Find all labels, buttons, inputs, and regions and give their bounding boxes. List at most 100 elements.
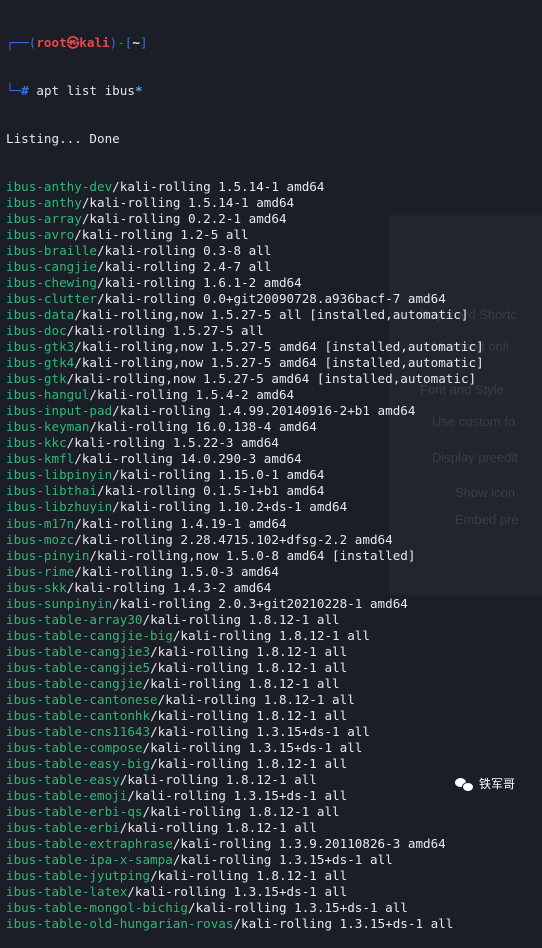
package-row: ibus-braille/kali-rolling 0.3-8 all bbox=[6, 243, 542, 259]
package-details: /kali-rolling 1.8.12-1 all bbox=[150, 659, 348, 675]
package-name: ibus-array bbox=[6, 211, 82, 227]
package-row: ibus-kmfl/kali-rolling 14.0.290-3 amd64 bbox=[6, 451, 542, 467]
package-name: ibus-table-ipa-x-sampa bbox=[6, 851, 173, 867]
package-details: /kali-rolling 0.0+git20090728.a936bacf-7… bbox=[97, 291, 446, 307]
package-details: /kali-rolling,now 1.5.27-5 amd64 [instal… bbox=[66, 371, 477, 387]
prompt-user: root bbox=[36, 35, 67, 51]
package-name: ibus-hangul bbox=[6, 387, 90, 403]
package-name: ibus-table-jyutping bbox=[6, 867, 151, 883]
package-details: /kali-rolling 1.3.15+ds-1 all bbox=[127, 787, 348, 803]
package-row: ibus-hangul/kali-rolling 1.5.4-2 amd64 bbox=[6, 387, 542, 403]
prompt-host: kali bbox=[79, 35, 110, 51]
package-name: ibus-table-mongol-bichig bbox=[6, 899, 188, 915]
package-name: ibus-chewing bbox=[6, 275, 97, 291]
package-name: ibus-skk bbox=[6, 579, 67, 595]
package-row: ibus-table-mongol-bichig/kali-rolling 1.… bbox=[6, 900, 542, 916]
prompt-path: ~ bbox=[132, 35, 140, 51]
package-name: ibus-rime bbox=[6, 563, 75, 579]
package-name: ibus-table-extraphrase bbox=[6, 835, 173, 851]
package-name: ibus-keyman bbox=[6, 419, 90, 435]
package-details: /kali-rolling,now 1.5.27-5 all [installe… bbox=[74, 307, 469, 323]
package-row: ibus-rime/kali-rolling 1.5.0-3 amd64 bbox=[6, 564, 542, 580]
package-name: ibus-data bbox=[6, 307, 75, 323]
wechat-icon bbox=[455, 776, 474, 792]
package-row: ibus-gtk4/kali-rolling,now 1.5.27-5 amd6… bbox=[6, 355, 542, 371]
package-row: ibus-cangjie/kali-rolling 2.4-7 all bbox=[6, 259, 542, 275]
package-row: ibus-table-cangjie-big/kali-rolling 1.8.… bbox=[6, 628, 542, 644]
package-details: /kali-rolling 1.4.19-1 amd64 bbox=[74, 515, 287, 531]
package-details: /kali-rolling,now 1.5.0-8 amd64 [install… bbox=[89, 547, 416, 563]
package-name: ibus-table-array30 bbox=[6, 611, 143, 627]
package-row: ibus-table-extraphrase/kali-rolling 1.3.… bbox=[6, 836, 542, 852]
package-row: ibus-input-pad/kali-rolling 1.4.99.20140… bbox=[6, 403, 542, 419]
package-row: ibus-gtk3/kali-rolling,now 1.5.27-5 amd6… bbox=[6, 339, 542, 355]
package-name: ibus-gtk3 bbox=[6, 339, 75, 355]
package-name: ibus-table-cangjie3 bbox=[6, 643, 151, 659]
package-name: ibus-libpinyin bbox=[6, 467, 113, 483]
watermark: 铁军哥 bbox=[455, 775, 515, 792]
package-name: ibus-kmfl bbox=[6, 451, 75, 467]
package-row: ibus-pinyin/kali-rolling,now 1.5.0-8 amd… bbox=[6, 548, 542, 564]
package-row: ibus-table-latex/kali-rolling 1.3.15+ds-… bbox=[6, 884, 542, 900]
package-details: /kali-rolling 1.5.27-5 all bbox=[66, 323, 264, 339]
package-details: /kali-rolling,now 1.5.27-5 amd64 [instal… bbox=[74, 339, 484, 355]
package-row: ibus-table-jyutping/kali-rolling 1.8.12-… bbox=[6, 868, 542, 884]
package-details: /kali-rolling 16.0.138-4 amd64 bbox=[89, 419, 317, 435]
package-name: ibus-table-latex bbox=[6, 883, 128, 899]
command-glob: * bbox=[134, 83, 143, 99]
package-row: ibus-libthai/kali-rolling 0.1.5-1+b1 amd… bbox=[6, 483, 542, 499]
package-details: /kali-rolling 1.8.12-1 all bbox=[119, 819, 317, 835]
package-name: ibus-m17n bbox=[6, 515, 75, 531]
package-list: ibus-anthy-dev/kali-rolling 1.5.14-1 amd… bbox=[6, 179, 542, 932]
package-name: ibus-anthy-dev bbox=[6, 179, 113, 195]
package-details: /kali-rolling 1.8.12-1 all bbox=[142, 675, 340, 691]
package-row: ibus-table-cns11643/kali-rolling 1.3.15+… bbox=[6, 724, 542, 740]
status-line: Listing... Done bbox=[6, 131, 120, 147]
package-name: ibus-clutter bbox=[6, 291, 97, 307]
package-name: ibus-gtk bbox=[6, 371, 67, 387]
package-details: /kali-rolling 1.3.15+ds-1 all bbox=[172, 851, 393, 867]
package-name: ibus-table-cangjie5 bbox=[6, 659, 151, 675]
package-row: ibus-table-cantonhk/kali-rolling 1.8.12-… bbox=[6, 708, 542, 724]
package-details: /kali-rolling 1.15.0-1 amd64 bbox=[112, 467, 325, 483]
package-name: ibus-table-easy bbox=[6, 771, 120, 787]
package-row: ibus-table-cangjie3/kali-rolling 1.8.12-… bbox=[6, 644, 542, 660]
package-row: ibus-m17n/kali-rolling 1.4.19-1 amd64 bbox=[6, 516, 542, 532]
package-details: /kali-rolling 1.3.15+ds-1 all bbox=[150, 723, 370, 739]
package-name: ibus-table-erbi-qs bbox=[6, 803, 143, 819]
command-line: └─# apt list ibus* bbox=[6, 83, 542, 99]
package-row: ibus-doc/kali-rolling 1.5.27-5 all bbox=[6, 323, 542, 339]
package-details: /kali-rolling 1.5.14-1 amd64 bbox=[112, 179, 325, 195]
package-name: ibus-mozc bbox=[6, 531, 75, 547]
package-name: ibus-libthai bbox=[6, 483, 97, 499]
terminal-output[interactable]: ┌──(root㉿kali)-[~] └─# apt list ibus* Li… bbox=[0, 0, 542, 931]
package-row: ibus-array/kali-rolling 0.2.2-1 amd64 bbox=[6, 211, 542, 227]
package-name: ibus-avro bbox=[6, 227, 75, 243]
package-row: ibus-table-ipa-x-sampa/kali-rolling 1.3.… bbox=[6, 852, 542, 868]
package-name: ibus-cangjie bbox=[6, 259, 97, 275]
package-row: ibus-table-compose/kali-rolling 1.3.15+d… bbox=[6, 740, 542, 756]
watermark-text: 铁军哥 bbox=[479, 777, 516, 791]
package-row: ibus-table-cangjie/kali-rolling 1.8.12-1… bbox=[6, 676, 542, 692]
package-row: ibus-skk/kali-rolling 1.4.3-2 amd64 bbox=[6, 580, 542, 596]
package-details: /kali-rolling 1.5.0-3 amd64 bbox=[74, 563, 279, 579]
package-row: ibus-avro/kali-rolling 1.2-5 all bbox=[6, 227, 542, 243]
package-name: ibus-kkc bbox=[6, 435, 67, 451]
package-details: /kali-rolling 1.8.12-1 all bbox=[150, 867, 348, 883]
package-details: /kali-rolling,now 1.5.27-5 amd64 [instal… bbox=[74, 355, 484, 371]
package-details: /kali-rolling 0.1.5-1+b1 amd64 bbox=[97, 483, 325, 499]
prompt-line-top: ┌──(root㉿kali)-[~] bbox=[6, 35, 542, 51]
package-row: ibus-keyman/kali-rolling 16.0.138-4 amd6… bbox=[6, 419, 542, 435]
package-details: /kali-rolling 1.3.15+ds-1 all bbox=[187, 899, 408, 915]
package-details: /kali-rolling 1.2-5 all bbox=[74, 227, 249, 243]
package-details: /kali-rolling 1.4.3-2 amd64 bbox=[66, 579, 272, 595]
package-name: ibus-table-compose bbox=[6, 739, 143, 755]
prompt-frame-bottom: └─ bbox=[6, 83, 22, 99]
package-details: /kali-rolling 1.10.2+ds-1 amd64 bbox=[112, 499, 348, 515]
package-row: ibus-sunpinyin/kali-rolling 2.0.3+git202… bbox=[6, 596, 542, 612]
package-name: ibus-braille bbox=[6, 243, 97, 259]
package-row: ibus-anthy-dev/kali-rolling 1.5.14-1 amd… bbox=[6, 179, 542, 195]
package-row: ibus-table-old-hungarian-rovas/kali-roll… bbox=[6, 916, 542, 932]
package-row: ibus-libpinyin/kali-rolling 1.15.0-1 amd… bbox=[6, 467, 542, 483]
package-name: ibus-input-pad bbox=[6, 403, 113, 419]
